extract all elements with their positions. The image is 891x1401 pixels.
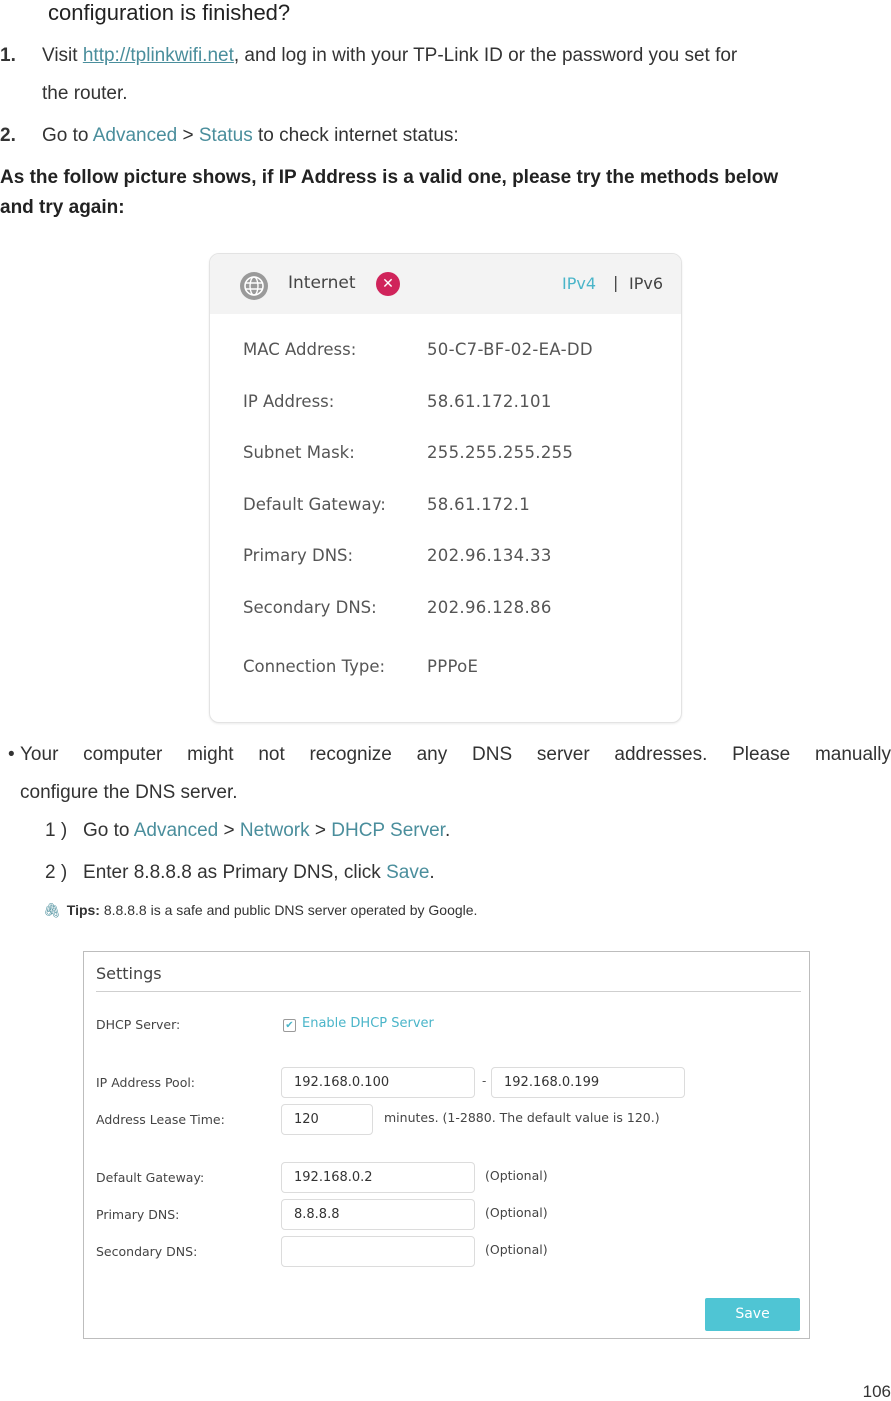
sub-step-1: 1 ) Go to Advanced > Network > DHCP Serv…: [45, 820, 450, 842]
dhcp-server-link[interactable]: DHCP Server: [331, 820, 445, 841]
secondary-dns-value: 202.96.128.86: [427, 598, 552, 617]
lease-time-hint: minutes. (1-2880. The default value is 1…: [384, 1110, 660, 1125]
paperclip-icon: 🖇︎: [43, 902, 61, 918]
default-gateway-label: Default Gateway:: [243, 495, 386, 514]
primary-dns-input[interactable]: 8.8.8.8: [281, 1199, 475, 1230]
tab-ipv6[interactable]: IPv6: [629, 274, 663, 293]
enable-dhcp-label[interactable]: Enable DHCP Server: [302, 1016, 434, 1031]
bullet-line-2: configure the DNS server.: [20, 782, 238, 803]
bullet-icon: •: [8, 744, 15, 765]
secondary-dns-label: Secondary DNS:: [96, 1244, 198, 1259]
step-text: Visit: [42, 45, 83, 66]
sub-step-text: .: [429, 862, 435, 883]
sub-step-2: 2 ) Enter 8.8.8.8 as Primary DNS, click …: [45, 862, 435, 884]
mac-address-label: MAC Address:: [243, 340, 357, 359]
breadcrumb-separator: >: [218, 820, 240, 841]
step-1-continued: the router.: [42, 83, 128, 104]
network-link[interactable]: Network: [240, 820, 310, 841]
tab-separator: |: [613, 273, 619, 292]
address-lease-time-label: Address Lease Time:: [96, 1112, 225, 1127]
optional-hint: (Optional): [485, 1205, 548, 1220]
ip-address-value: 58.61.172.101: [427, 392, 552, 411]
internet-status-card: Internet ✕ IPv4 | IPv6 MAC Address: 50-C…: [209, 253, 682, 723]
save-button[interactable]: Save: [705, 1298, 800, 1331]
ip-address-pool-label: IP Address Pool:: [96, 1075, 196, 1090]
enable-dhcp-checkbox[interactable]: ✔: [283, 1019, 296, 1032]
status-link[interactable]: Status: [199, 125, 253, 146]
intro-paragraph: As the follow picture shows, if IP Addre…: [0, 163, 891, 223]
connection-type-label: Connection Type:: [243, 657, 386, 676]
default-gateway-value: 58.61.172.1: [427, 495, 531, 514]
breadcrumb-separator: >: [177, 125, 199, 146]
secondary-dns-input[interactable]: [281, 1236, 475, 1267]
connection-type-value: PPPoE: [427, 657, 479, 676]
lease-time-input[interactable]: 120: [281, 1104, 373, 1135]
sub-step-number: 1 ): [45, 820, 68, 841]
optional-hint: (Optional): [485, 1242, 548, 1257]
globe-icon: [240, 272, 268, 300]
tab-ipv4[interactable]: IPv4: [562, 274, 596, 293]
bullet-line-1: Your computer might not recognize any DN…: [20, 744, 891, 765]
settings-divider: [96, 991, 801, 992]
primary-dns-label: Primary DNS:: [243, 546, 354, 565]
ip-address-label: IP Address:: [243, 392, 335, 411]
step-text: , and log in with your TP-Link ID or the…: [233, 45, 738, 66]
intro-line-1: As the follow picture shows, if IP Addre…: [0, 167, 779, 188]
subnet-mask-value: 255.255.255.255: [427, 443, 574, 462]
intro-line-2: and try again:: [0, 197, 125, 218]
disconnected-x-icon: ✕: [376, 272, 400, 296]
ip-pool-dash: -: [482, 1074, 487, 1088]
settings-title: Settings: [96, 964, 162, 983]
sub-step-text: .: [444, 820, 451, 841]
tips-text: 8.8.8.8 is a safe and public DNS server …: [99, 902, 478, 918]
default-gateway-label: Default Gateway:: [96, 1170, 205, 1185]
sub-step-text: Go to: [83, 820, 134, 841]
default-gateway-input[interactable]: 192.168.0.2: [281, 1162, 475, 1193]
advanced-link[interactable]: Advanced: [93, 125, 178, 146]
save-link[interactable]: Save: [386, 862, 429, 883]
page-number: 106: [862, 1382, 891, 1401]
advanced-link[interactable]: Advanced: [134, 820, 219, 841]
tplinkwifi-link[interactable]: http://tplinkwifi.net: [83, 45, 234, 66]
subnet-mask-label: Subnet Mask:: [243, 443, 355, 462]
secondary-dns-label: Secondary DNS:: [243, 598, 377, 617]
mac-address-value: 50-C7-BF-02-EA-DD: [427, 340, 593, 359]
sub-step-text: Enter 8.8.8.8 as Primary DNS, click: [83, 862, 387, 883]
breadcrumb-separator: >: [309, 820, 332, 841]
dhcp-settings-panel: Settings DHCP Server: ✔ Enable DHCP Serv…: [83, 951, 810, 1339]
optional-hint: (Optional): [485, 1168, 548, 1183]
dhcp-server-label: DHCP Server:: [96, 1017, 181, 1032]
step-text: Go to: [42, 125, 93, 146]
step-text: to check internet status:: [252, 125, 459, 146]
ip-pool-start-input[interactable]: 192.168.0.100: [281, 1067, 475, 1098]
step-number: 2.: [0, 125, 16, 146]
status-card-header: Internet ✕ IPv4 | IPv6: [210, 254, 681, 314]
primary-dns-value: 202.96.134.33: [427, 546, 552, 565]
dns-bullet-paragraph: • Your computer might not recognize any …: [8, 736, 891, 812]
primary-dns-label: Primary DNS:: [96, 1207, 180, 1222]
ip-pool-end-input[interactable]: 192.168.0.199: [491, 1067, 685, 1098]
section-heading: configuration is finished?: [48, 0, 291, 25]
tips-note: 🖇︎ Tips: 8.8.8.8 is a safe and public DNS…: [43, 902, 477, 919]
sub-step-number: 2 ): [45, 862, 68, 883]
step-number: 1.: [0, 45, 16, 66]
internet-label: Internet: [288, 273, 356, 293]
tips-label: Tips:: [66, 902, 100, 918]
